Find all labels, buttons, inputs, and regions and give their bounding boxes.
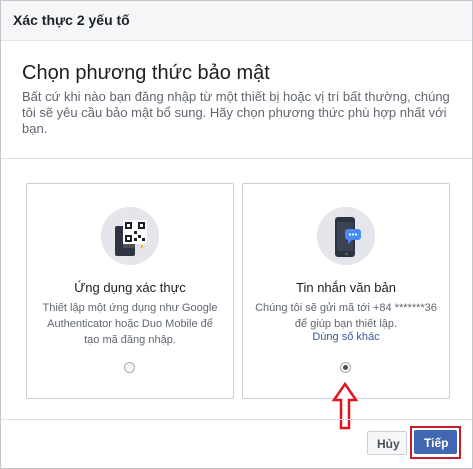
option-text-message[interactable]: Tin nhắn văn bản Chúng tôi sẽ gửi mã tới… — [242, 183, 450, 399]
radio-authenticator-app[interactable] — [124, 362, 135, 373]
dialog-header: Xác thực 2 yếu tố — [1, 1, 472, 41]
footer-divider — [1, 419, 472, 420]
option-description: Thiết lập một ứng dụng như Google Authen… — [42, 302, 218, 346]
option-description: Chúng tôi sẽ gửi mã tới +84 *******36 để… — [255, 302, 437, 330]
radio-text-message[interactable] — [340, 362, 351, 373]
option-title: Tin nhắn văn bản — [296, 280, 396, 295]
security-method-description: Bất cứ khi nào bạn đăng nhập từ một thiế… — [22, 89, 450, 136]
phone-sms-icon — [317, 207, 375, 265]
divider — [1, 158, 472, 159]
option-title: Ứng dụng xác thực — [74, 280, 186, 295]
next-button[interactable]: Tiếp — [414, 430, 457, 454]
security-method-heading: Chọn phương thức bảo mật — [22, 62, 270, 84]
option-authenticator-app[interactable]: Ứng dụng xác thực Thiết lập một ứng dụng… — [26, 183, 234, 399]
cancel-button[interactable]: Hủy — [367, 431, 407, 455]
dialog-title: Xác thực 2 yếu tố — [13, 12, 130, 28]
red-arrow-annotation — [332, 382, 358, 430]
qr-code-icon — [101, 207, 159, 265]
use-other-number-link[interactable]: Dùng số khác — [243, 331, 449, 343]
two-factor-dialog: Xác thực 2 yếu tố Chọn phương thức bảo m… — [0, 0, 473, 469]
